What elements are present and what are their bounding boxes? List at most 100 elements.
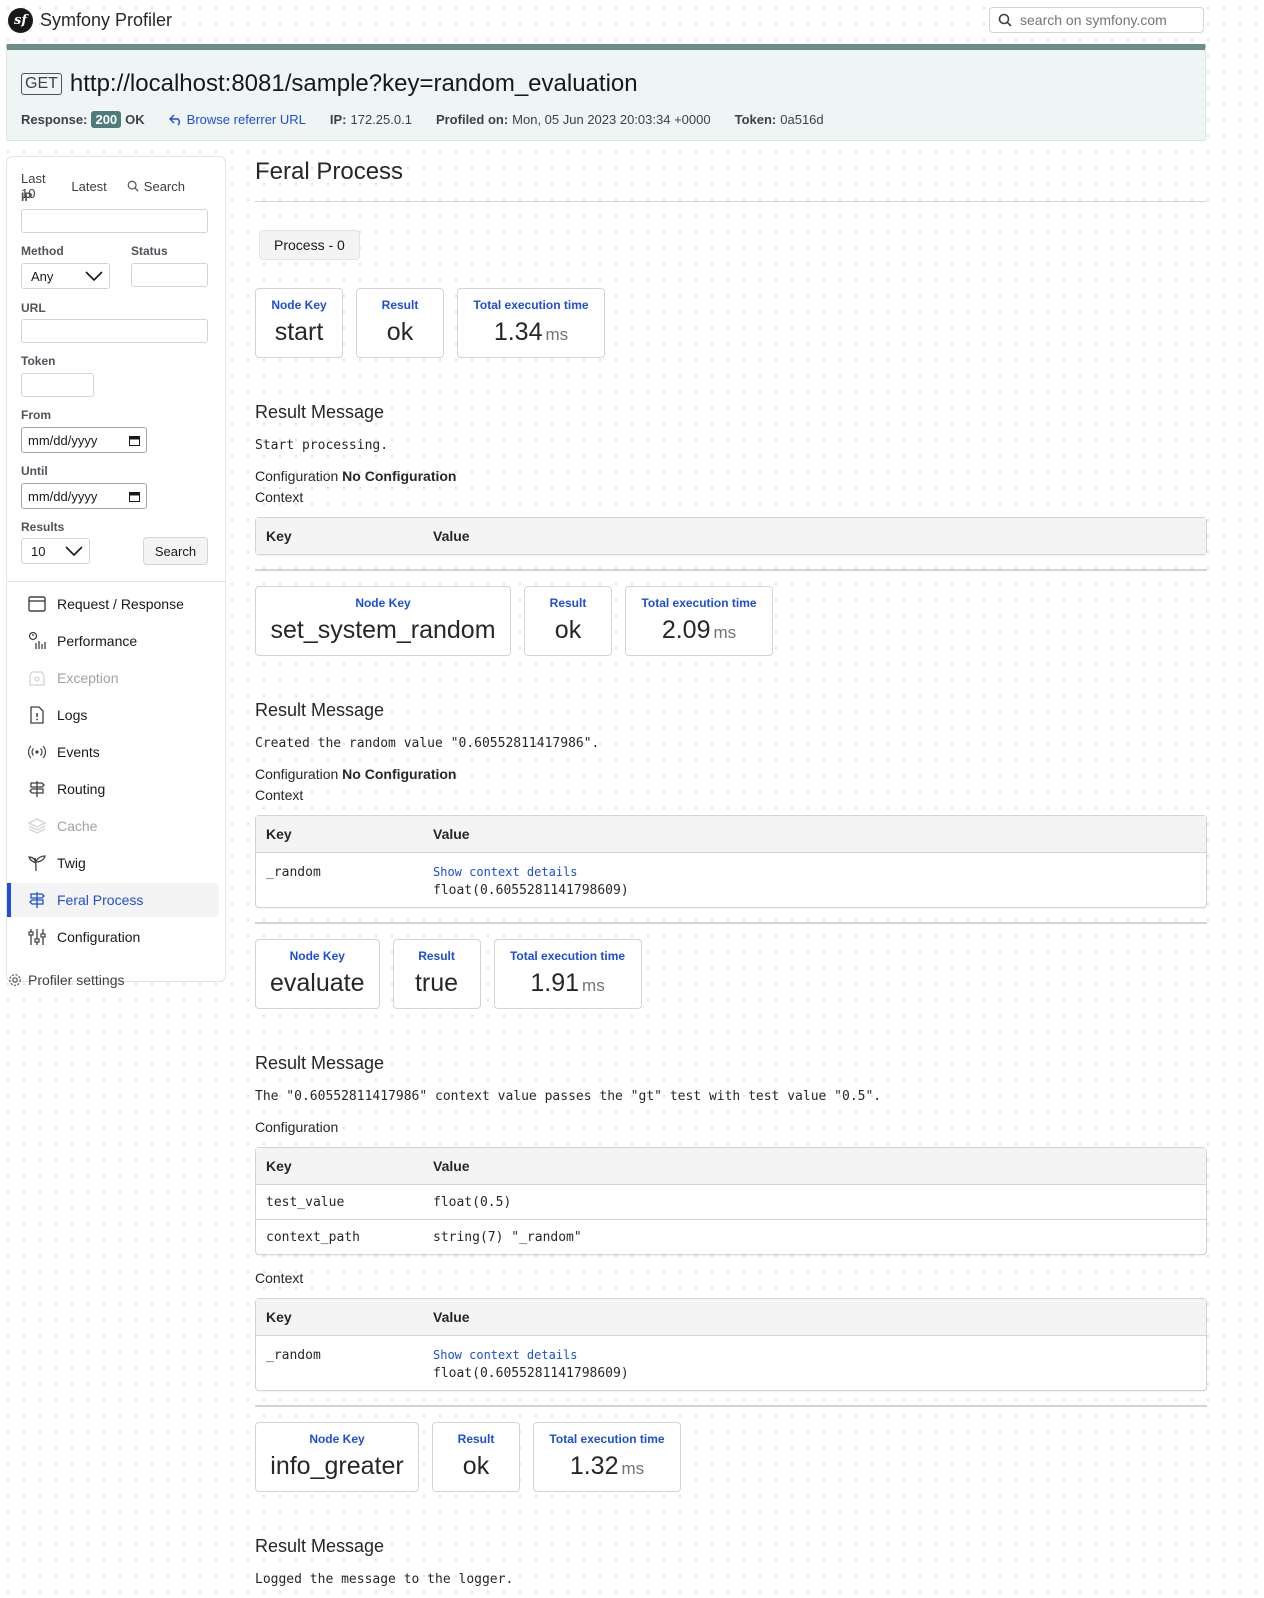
configuration-label: Configuration [255,1119,339,1135]
table-row: context_path string(7) "_random" [256,1219,1206,1254]
context-table: Key Value [255,517,1207,555]
nav-exception[interactable]: Exception [7,661,219,695]
metric-label: Node Key [271,298,327,312]
metric-total-time: Total execution time 1.32 ms [533,1422,681,1492]
ip-filter-label: IP [21,190,33,204]
nav-events[interactable]: Events [7,735,219,769]
header-value: Value [433,528,470,544]
cache-icon [27,818,47,834]
result-message-heading: Result Message [255,700,385,720]
header-value: Value [433,1309,470,1325]
url-filter-input[interactable] [21,319,208,343]
chevron-down-icon [85,271,103,281]
metric-result: Result ok [356,288,444,358]
show-context-details-link[interactable]: Show context details [433,865,1206,879]
nav-routing[interactable]: Routing [7,772,219,806]
row-value-text: float(0.6055281141798609) [433,1366,629,1381]
result-message-heading: Result Message [255,1053,385,1073]
metric-value: evaluate [270,969,365,997]
context-table: Key Value _random Show context details f… [255,815,1207,908]
until-date-input[interactable]: mm/dd/yyyy [21,483,147,509]
performance-icon [28,631,46,649]
response-status: Response: 200 OK [21,111,145,128]
configuration-icon [28,929,46,945]
row-value: Show context details float(0.60552811417… [433,1348,1206,1381]
metric-label: Node Key [355,596,411,610]
method-select-value: Any [31,268,54,284]
metric-value: ok [554,616,582,644]
metric-result: Result ok [524,586,612,656]
process-step: Node Key evaluate Result true Total exec… [255,939,1207,1391]
table-header: Key Value [256,1299,1206,1335]
metric-label: Result [549,596,587,610]
from-date-input[interactable]: mm/dd/yyyy [21,427,147,453]
tab-search[interactable]: Search [127,171,205,201]
nav-twig[interactable]: Twig [7,846,219,880]
header-value: Value [433,1158,470,1174]
metric-value: 1.34 ms [472,318,590,347]
time-unit: ms [621,1459,645,1478]
tab-process-0[interactable]: Process - 0 [259,230,360,260]
results-filter-label: Results [21,520,65,534]
row-key: _random [266,865,321,880]
header-value: Value [433,826,470,842]
status-filter-input[interactable] [131,263,208,287]
nav-performance[interactable]: Performance [7,624,219,658]
results-select[interactable]: 10 [21,538,90,564]
brand[interactable]: sf Symfony Profiler [8,8,172,33]
symfony-search[interactable] [989,7,1204,33]
nav-feral-process[interactable]: Feral Process [7,883,219,917]
context-label: Context [255,489,304,505]
browse-referrer-link[interactable]: Browse referrer URL [168,112,306,127]
sidebar: Last 10 Latest Search IP Method Any Stat… [6,156,226,982]
row-value-text: float(0.6055281141798609) [433,883,629,898]
profiled-value: Mon, 05 Jun 2023 20:03:34 +0000 [512,112,711,127]
until-date-value: mm/dd/yyyy [28,488,98,504]
process-step: Node Key info_greater Result ok Total ex… [255,1422,1207,1587]
metric-total-time: Total execution time 2.09 ms [625,586,773,656]
calendar-icon [129,435,140,446]
step-separator [255,1405,1207,1407]
search-icon [998,13,1012,27]
nav-configuration[interactable]: Configuration [7,920,219,954]
nav-label: Logs [57,707,88,723]
metric-value: 1.32 ms [548,1452,666,1481]
nav-label: Twig [57,855,86,871]
tab-latest[interactable]: Latest [71,171,106,201]
configuration-line: Configuration No Configuration [255,468,1207,484]
result-message-text: The "0.60552811417986" context value pas… [255,1089,882,1104]
metric-total-time: Total execution time 1.34 ms [457,288,605,358]
metric-label: Result [418,949,455,963]
metric-value: ok [386,318,414,346]
metric-node-key: Node Key info_greater [255,1422,419,1492]
result-message-heading: Result Message [255,1536,385,1556]
search-button[interactable]: Search [143,537,208,565]
token-filter-input[interactable] [21,373,94,397]
nav-label: Configuration [57,929,141,945]
table-header: Key Value [256,1148,1206,1184]
nav-cache[interactable]: Cache [7,809,219,843]
profiled-label: Profiled on: [435,112,509,127]
results-select-value: 10 [31,543,46,559]
metric-value: info_greater [270,1452,404,1480]
table-row: test_value float(0.5) [256,1184,1206,1219]
show-context-details-link[interactable]: Show context details [433,1348,1206,1362]
token-info: Token: 0a516d [735,112,824,127]
page-title: Feral Process [255,158,1207,202]
metric-node-key: Node Key set_system_random [255,586,511,656]
header-key: Key [266,826,292,842]
status-filter-label: Status [131,244,168,258]
symfony-search-input[interactable] [1020,12,1190,28]
status-badge: 200 [91,111,122,128]
ip-filter-input[interactable] [21,209,208,233]
url-filter-label: URL [21,301,46,315]
nav-logs[interactable]: Logs [7,698,219,732]
token-value[interactable]: 0a516d [780,112,823,127]
method-select[interactable]: Any [21,263,110,289]
exception-icon [29,671,45,686]
row-key: context_path [266,1229,360,1245]
routing-icon [29,781,45,797]
configuration-label: Configuration [255,468,339,484]
profiler-settings-link[interactable]: Profiler settings [8,972,124,988]
nav-request-response[interactable]: Request / Response [7,587,219,621]
